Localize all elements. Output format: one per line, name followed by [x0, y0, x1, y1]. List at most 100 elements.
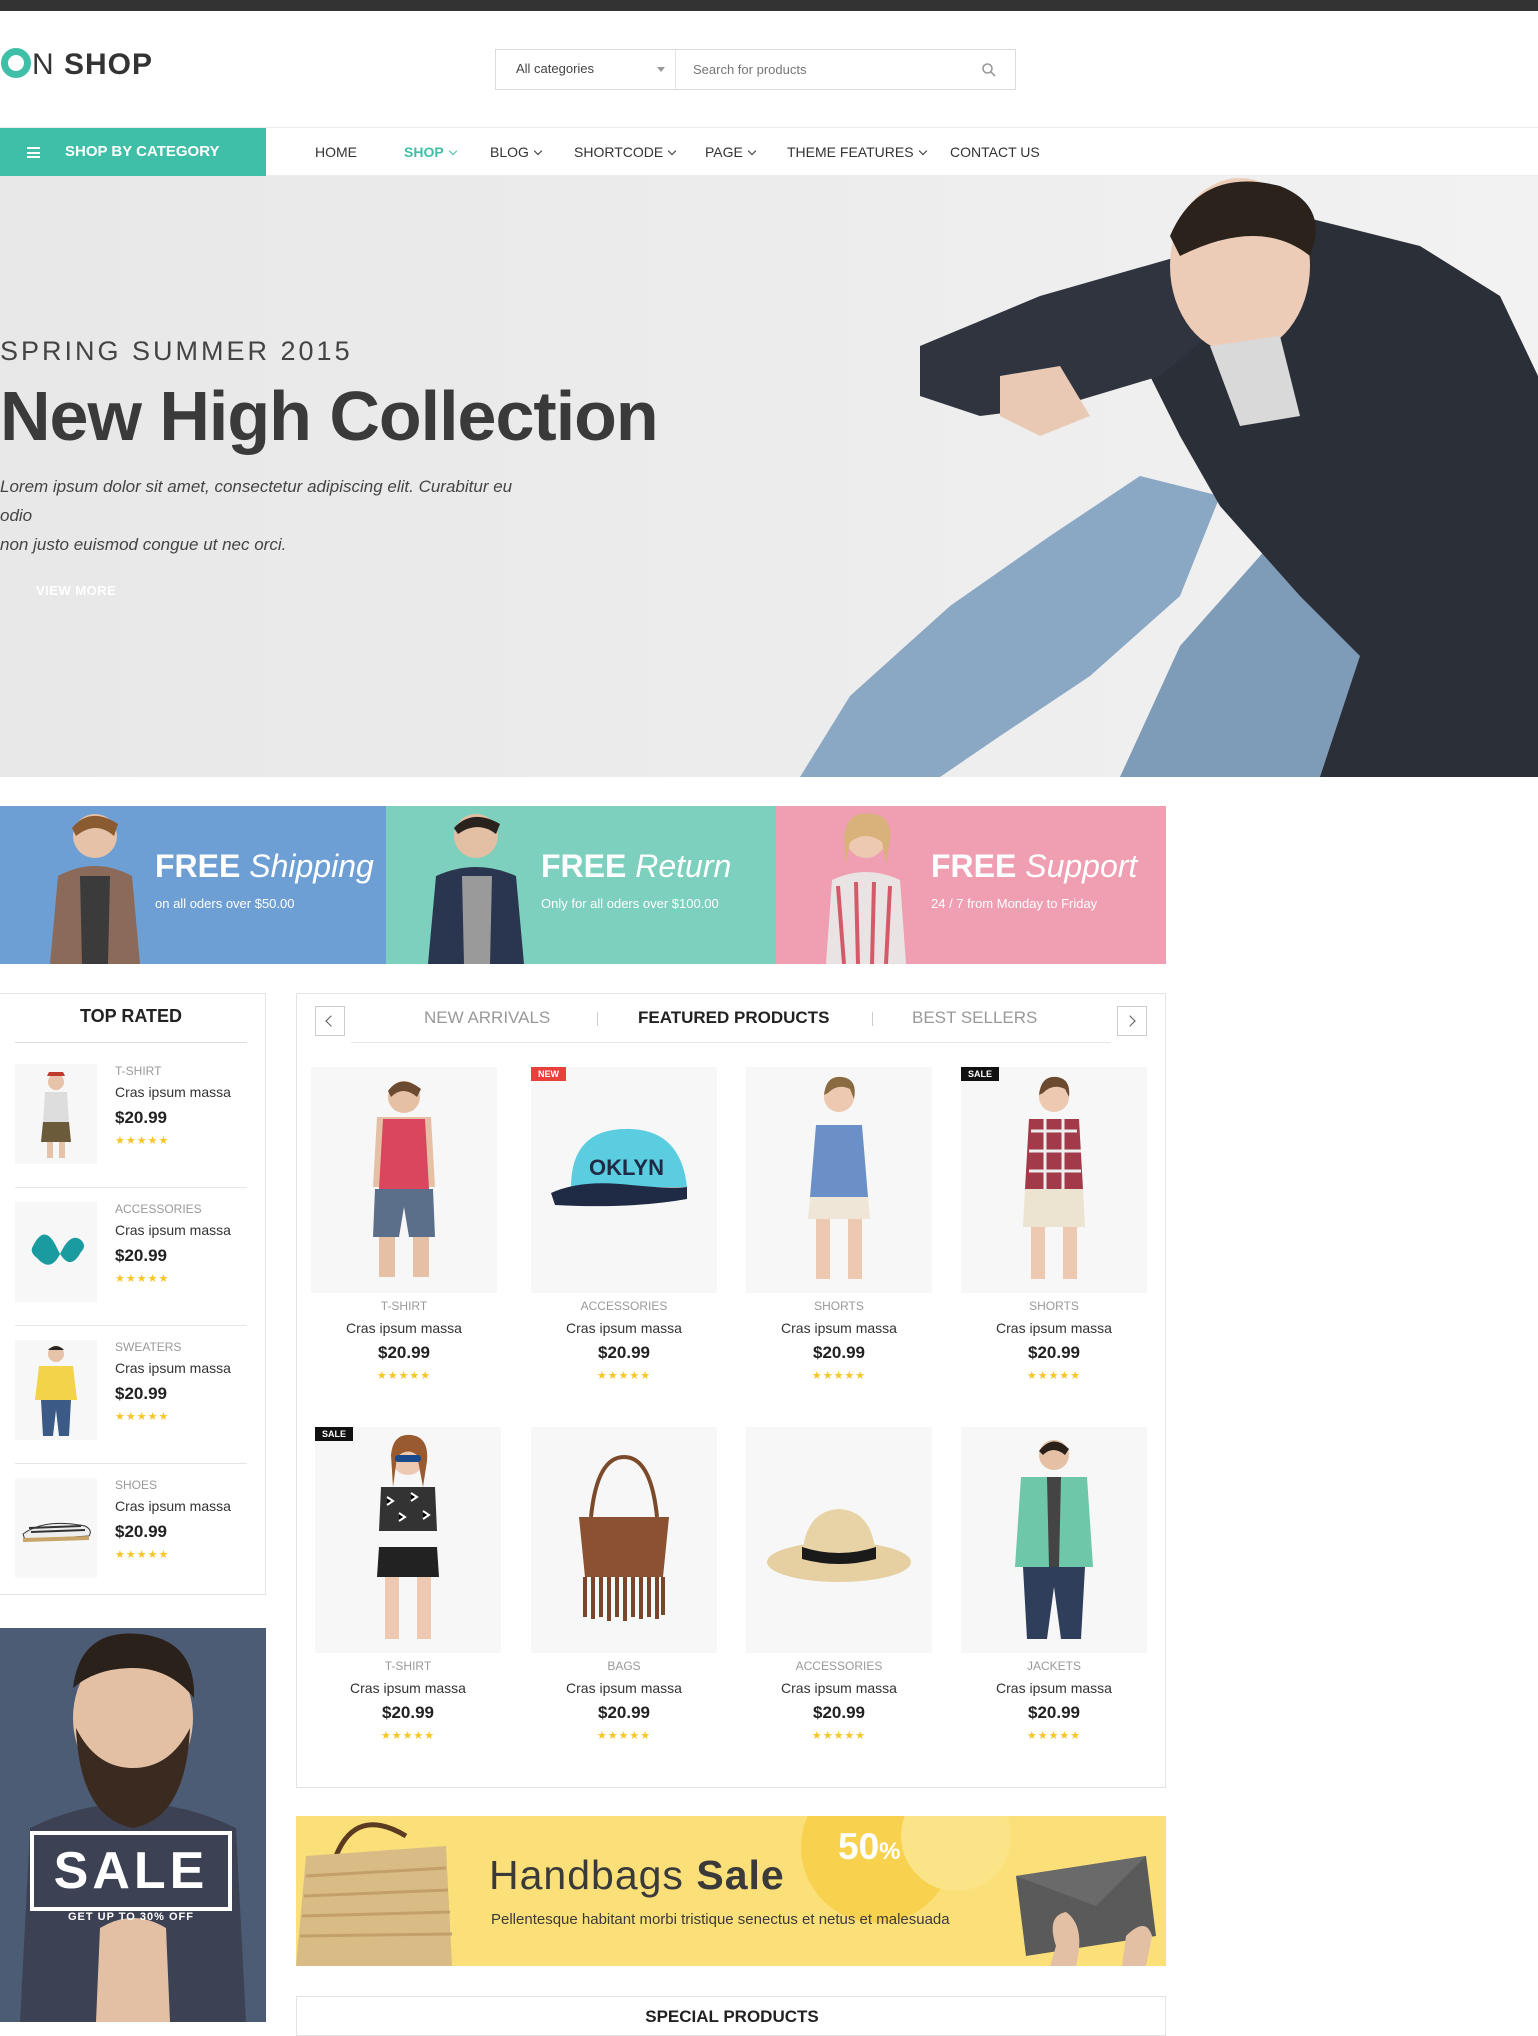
category-select[interactable]: All categories [496, 50, 676, 89]
product-price: $20.99 [115, 1384, 167, 1403]
bearded-man-image [20, 1633, 246, 2022]
search-input[interactable] [677, 50, 937, 89]
straw-bag-image [296, 1822, 453, 1966]
sale-banner[interactable]: SALE GET UP TO 30% OFF [0, 1628, 266, 2022]
nav-item-home[interactable]: HOME [315, 128, 357, 177]
product-name[interactable]: Cras ipsum massa [746, 1680, 932, 1696]
sale-box: SALE [30, 1831, 232, 1911]
nav-item-contact-us[interactable]: CONTACT US [950, 128, 1040, 177]
service-title-bold: FREE [155, 848, 241, 884]
product-category: SHORTS [814, 1299, 864, 1313]
product-name[interactable]: Cras ipsum massa [115, 1084, 231, 1100]
product-card[interactable]: OKLYN NEW ACCESSORIES Cras ipsum massa $… [531, 1067, 721, 1412]
chevron-down-icon [448, 146, 457, 156]
product-price: $20.99 [1028, 1343, 1080, 1362]
product-image [961, 1067, 1147, 1293]
top-rated-item[interactable]: T-SHIRT Cras ipsum massa $20.99 ★★★★★ [15, 1064, 247, 1202]
rating-stars-icon: ★★★★★ [811, 1370, 867, 1382]
next-arrow-button[interactable] [1117, 1006, 1147, 1036]
product-name[interactable]: Cras ipsum massa [311, 1320, 497, 1336]
product-card[interactable]: JACKETS Cras ipsum massa $20.99 ★★★★★ [961, 1427, 1151, 1772]
prev-arrow-button[interactable] [315, 1006, 345, 1036]
product-name[interactable]: Cras ipsum massa [961, 1680, 1147, 1696]
product-name[interactable]: Cras ipsum massa [115, 1360, 231, 1376]
nav-item-theme-features[interactable]: THEME FEATURES [787, 128, 927, 177]
handbags-sale-banner[interactable]: Handbags Sale 50% Pellentesque habitant … [296, 1816, 1166, 1966]
nav-label: BLOG [490, 144, 529, 160]
tab-separator [872, 1012, 873, 1026]
service-free-shipping[interactable]: FREE Shipping on all oders over $50.00 [0, 806, 390, 964]
discount-value: 50 [838, 1826, 880, 1867]
service-free-support[interactable]: FREE Support 24 / 7 from Monday to Frida… [776, 806, 1166, 964]
product-name[interactable]: Cras ipsum massa [315, 1680, 501, 1696]
view-more-button[interactable]: VIEW MORE [36, 583, 116, 598]
product-price: $20.99 [813, 1343, 865, 1362]
logo[interactable]: N SHOP [0, 48, 153, 82]
product-card[interactable]: ACCESSORIES Cras ipsum massa $20.99 ★★★★… [746, 1427, 936, 1772]
tab-featured-products[interactable]: FEATURED PRODUCTS [638, 1008, 829, 1028]
top-rated-title: TOP RATED [79, 1006, 182, 1026]
nav-item-shop[interactable]: SHOP [404, 128, 457, 177]
product-card[interactable]: SALE T-SHIRT Cras ipsum massa $20.99 ★★★… [315, 1427, 505, 1772]
nav-item-blog[interactable]: BLOG [490, 128, 543, 177]
special-products-section: SPECIAL PRODUCTS [296, 1996, 1166, 2036]
tab-new-arrivals[interactable]: NEW ARRIVALS [424, 1008, 550, 1028]
chevron-down-icon [918, 146, 927, 156]
product-tabs-panel: NEW ARRIVALS FEATURED PRODUCTS BEST SELL… [296, 993, 1166, 1788]
shop-by-category-button[interactable]: SHOP BY CATEGORY [0, 128, 266, 177]
search-icon[interactable] [981, 62, 997, 78]
product-price: $20.99 [813, 1703, 865, 1722]
product-card[interactable]: BAGS Cras ipsum massa $20.99 ★★★★★ [531, 1427, 721, 1772]
caret-down-icon [657, 67, 665, 72]
rating-stars-icon: ★★★★★ [380, 1730, 436, 1742]
handbags-title-regular: Handbags [489, 1852, 684, 1898]
top-rated-item[interactable]: ACCESSORIES Cras ipsum massa $20.99 ★★★★… [15, 1202, 247, 1340]
product-price: $20.99 [115, 1246, 167, 1265]
top-rated-item[interactable]: SHOES Cras ipsum massa $20.99 ★★★★★ [15, 1478, 247, 1616]
divider [15, 1325, 247, 1326]
product-card[interactable]: SALE SHORTS Cras ipsum massa $20.99 ★★★★… [961, 1067, 1151, 1412]
chevron-left-icon [325, 1015, 337, 1027]
divider [15, 1463, 247, 1464]
service-title-italic: Shipping [249, 848, 374, 884]
product-category: T-SHIRT [384, 1659, 432, 1673]
percent-sign: % [879, 1838, 901, 1865]
service-title: FREE Shipping [155, 848, 374, 885]
hero-text-line: non justo euismod congue ut nec orci. [0, 535, 287, 554]
product-name[interactable]: Cras ipsum massa [746, 1320, 932, 1336]
shop-by-category-label: SHOP BY CATEGORY [65, 143, 220, 160]
product-name[interactable]: Cras ipsum massa [531, 1680, 717, 1696]
hero-title: New High Collection [0, 377, 659, 455]
special-products-title: SPECIAL PRODUCTS [645, 2007, 819, 2026]
product-category: T-SHIRT [380, 1299, 428, 1313]
top-rated-item[interactable]: SWEATERS Cras ipsum massa $20.99 ★★★★★ [15, 1340, 247, 1478]
chevron-down-icon [667, 146, 677, 156]
nav-item-page[interactable]: PAGE [705, 128, 757, 177]
nav-label: THEME FEATURES [787, 144, 914, 160]
product-name[interactable]: Cras ipsum massa [531, 1320, 717, 1336]
product-card[interactable]: SHORTS Cras ipsum massa $20.99 ★★★★★ [746, 1067, 936, 1412]
tab-best-sellers[interactable]: BEST SELLERS [912, 1008, 1037, 1028]
service-title-bold: FREE [541, 848, 627, 884]
product-name[interactable]: Cras ipsum massa [961, 1320, 1147, 1336]
search-bar: All categories [495, 49, 1016, 90]
product-category: SWEATERS [115, 1340, 182, 1354]
nav-item-shortcode[interactable]: SHORTCODE [574, 128, 677, 177]
product-image: OKLYN [531, 1067, 717, 1293]
product-name[interactable]: Cras ipsum massa [115, 1222, 231, 1238]
service-title-italic: Support [1025, 848, 1138, 884]
person-image [826, 813, 906, 964]
product-card[interactable]: T-SHIRT Cras ipsum massa $20.99 ★★★★★ [311, 1067, 501, 1412]
product-category: SHOES [115, 1478, 158, 1492]
chevron-down-icon [533, 146, 543, 156]
main-nav: SHOP BY CATEGORY HOME SHOP BLOG SHORTCOD… [0, 127, 1538, 177]
menu-icon [27, 147, 40, 158]
nav-label: SHORTCODE [574, 144, 664, 160]
service-subtitle: 24 / 7 from Monday to Friday [931, 896, 1098, 911]
product-name[interactable]: Cras ipsum massa [115, 1498, 231, 1514]
badge-sale: SALE [961, 1067, 1000, 1081]
service-free-return[interactable]: FREE Return Only for all oders over $100… [386, 806, 776, 964]
service-title: FREE Return [541, 848, 731, 885]
product-thumbnail [15, 1340, 97, 1440]
rating-stars-icon: ★★★★★ [115, 1411, 170, 1423]
